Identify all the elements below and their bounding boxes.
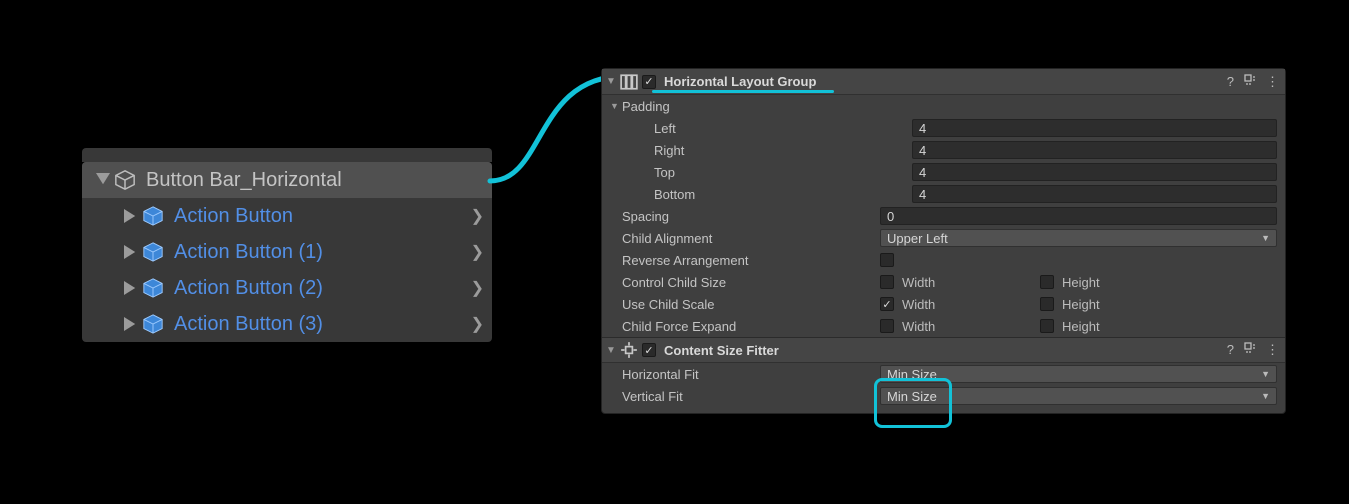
expand-height-checkbox[interactable]: [1040, 319, 1054, 333]
child-force-expand-row: Child Force Expand Width Height: [602, 315, 1285, 337]
height-label: Height: [1062, 275, 1100, 290]
spacing-input[interactable]: [880, 207, 1277, 225]
component-enable-checkbox[interactable]: ✓: [642, 75, 656, 89]
hierarchy-child-row[interactable]: Action Button (2) ❯: [82, 270, 492, 306]
fold-arrow-icon[interactable]: ▼: [606, 345, 618, 356]
padding-top-row: Top: [602, 161, 1285, 183]
reverse-arrangement-row: Reverse Arrangement: [602, 249, 1285, 271]
padding-left-row: Left: [602, 117, 1285, 139]
dropdown-value: Min Size: [887, 367, 937, 382]
horizontal-fit-row: Horizontal Fit Min Size ▼: [602, 363, 1285, 385]
chevron-down-icon: ▼: [1261, 233, 1270, 243]
open-prefab-icon[interactable]: ❯: [471, 278, 484, 298]
layout-group-icon: [620, 73, 638, 91]
open-prefab-icon[interactable]: ❯: [471, 314, 484, 334]
prop-label: Right: [654, 143, 912, 158]
child-alignment-dropdown[interactable]: Upper Left ▼: [880, 229, 1277, 247]
height-label: Height: [1062, 297, 1100, 312]
control-child-size-row: Control Child Size Width Height: [602, 271, 1285, 293]
horizontal-fit-dropdown[interactable]: Min Size ▼: [880, 365, 1277, 383]
padding-left-input[interactable]: [912, 119, 1277, 137]
expand-arrow-icon[interactable]: [124, 317, 138, 331]
hierarchy-clip: [82, 148, 492, 162]
dropdown-value: Min Size: [887, 389, 937, 404]
hierarchy-child-label: Action Button (1): [174, 241, 471, 264]
padding-right-row: Right: [602, 139, 1285, 161]
spacing-row: Spacing: [602, 205, 1285, 227]
scale-height-checkbox[interactable]: [1040, 297, 1054, 311]
expand-arrow-icon[interactable]: [124, 209, 138, 223]
vertical-fit-row: Vertical Fit Min Size ▼: [602, 385, 1285, 407]
help-icon[interactable]: ?: [1227, 342, 1234, 358]
hierarchy-child-row[interactable]: Action Button ❯: [82, 198, 492, 234]
control-height-checkbox[interactable]: [1040, 275, 1054, 289]
prop-label: Child Force Expand: [622, 319, 880, 334]
prop-label: Spacing: [622, 209, 880, 224]
prefab-icon: [142, 205, 164, 227]
hierarchy-child-row[interactable]: Action Button (1) ❯: [82, 234, 492, 270]
prop-label: Horizontal Fit: [622, 367, 880, 382]
preset-icon[interactable]: [1244, 342, 1256, 358]
menu-icon[interactable]: ⋮: [1266, 342, 1279, 358]
padding-bottom-input[interactable]: [912, 185, 1277, 203]
prop-label: Padding: [622, 99, 880, 114]
open-prefab-icon[interactable]: ❯: [471, 206, 484, 226]
preset-icon[interactable]: [1244, 74, 1256, 90]
hierarchy-parent-row[interactable]: Button Bar_Horizontal: [82, 162, 492, 198]
menu-icon[interactable]: ⋮: [1266, 74, 1279, 90]
padding-right-input[interactable]: [912, 141, 1277, 159]
padding-top-input[interactable]: [912, 163, 1277, 181]
prefab-icon: [142, 241, 164, 263]
hierarchy-child-row[interactable]: Action Button (3) ❯: [82, 306, 492, 342]
prop-label: Use Child Scale: [622, 297, 880, 312]
content-size-fitter-icon: [620, 341, 638, 359]
padding-group[interactable]: ▼ Padding: [602, 95, 1285, 117]
gameobject-icon: [114, 169, 136, 191]
width-label: Width: [902, 297, 935, 312]
expand-arrow-icon[interactable]: [124, 245, 138, 259]
use-child-scale-row: Use Child Scale ✓ Width Height: [602, 293, 1285, 315]
height-label: Height: [1062, 319, 1100, 334]
padding-bottom-row: Bottom: [602, 183, 1285, 205]
chevron-down-icon: ▼: [1261, 369, 1270, 379]
hierarchy-child-label: Action Button (2): [174, 277, 471, 300]
prop-label: Left: [654, 121, 912, 136]
child-alignment-row: Child Alignment Upper Left ▼: [602, 227, 1285, 249]
component-header-hlg[interactable]: ▼ ✓ Horizontal Layout Group ? ⋮: [602, 69, 1285, 95]
control-width-checkbox[interactable]: [880, 275, 894, 289]
hierarchy-panel: Button Bar_Horizontal Action Button ❯ Ac…: [82, 162, 492, 342]
expand-arrow-icon[interactable]: [124, 281, 138, 295]
prop-label: Reverse Arrangement: [622, 253, 880, 268]
help-icon[interactable]: ?: [1227, 74, 1234, 90]
component-title: Content Size Fitter: [664, 343, 1227, 358]
open-prefab-icon[interactable]: ❯: [471, 242, 484, 262]
prop-label: Vertical Fit: [622, 389, 880, 404]
dropdown-value: Upper Left: [887, 231, 948, 246]
reverse-checkbox[interactable]: [880, 253, 894, 267]
prop-label: Top: [654, 165, 912, 180]
expand-arrow-icon[interactable]: [96, 173, 110, 187]
prop-label: Bottom: [654, 187, 912, 202]
width-label: Width: [902, 319, 935, 334]
hierarchy-parent-label: Button Bar_Horizontal: [146, 169, 484, 192]
hierarchy-child-label: Action Button (3): [174, 313, 471, 336]
hierarchy-child-label: Action Button: [174, 205, 471, 228]
fold-arrow-icon[interactable]: ▼: [606, 76, 618, 87]
prop-label: Control Child Size: [622, 275, 880, 290]
inspector-panel: ▼ ✓ Horizontal Layout Group ? ⋮ ▼ Paddin…: [601, 68, 1286, 414]
component-header-csf[interactable]: ▼ ✓ Content Size Fitter ? ⋮: [602, 337, 1285, 363]
width-label: Width: [902, 275, 935, 290]
prop-label: Child Alignment: [622, 231, 880, 246]
expand-width-checkbox[interactable]: [880, 319, 894, 333]
prefab-icon: [142, 277, 164, 299]
fold-arrow-icon[interactable]: ▼: [610, 101, 622, 111]
prefab-icon: [142, 313, 164, 335]
component-title: Horizontal Layout Group: [664, 74, 1227, 89]
component-enable-checkbox[interactable]: ✓: [642, 343, 656, 357]
scale-width-checkbox[interactable]: ✓: [880, 297, 894, 311]
chevron-down-icon: ▼: [1261, 391, 1270, 401]
vertical-fit-dropdown[interactable]: Min Size ▼: [880, 387, 1277, 405]
